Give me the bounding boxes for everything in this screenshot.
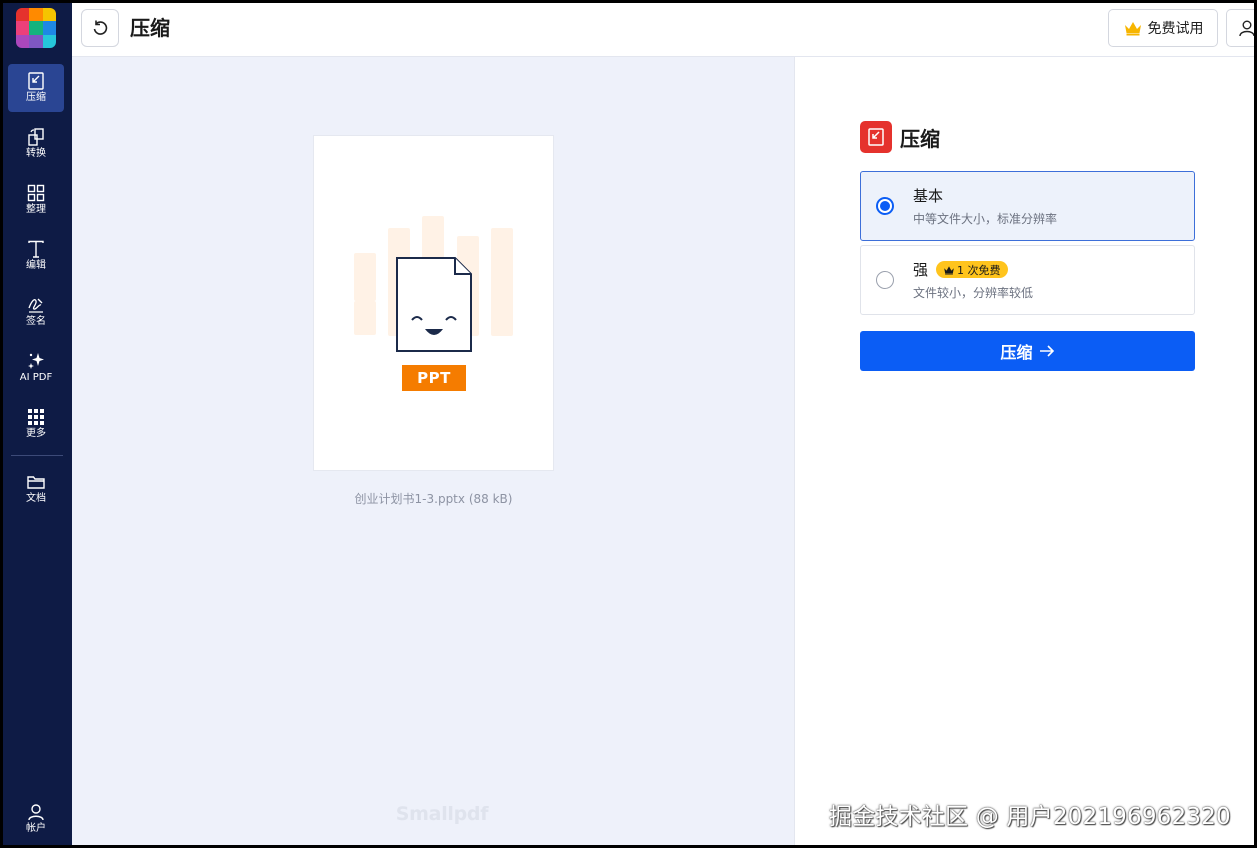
dots-grid-icon: [28, 409, 44, 425]
sidebar-item-label: 编辑: [26, 260, 46, 271]
signature-icon: [28, 298, 43, 313]
text-icon: [28, 240, 44, 258]
sidebar-item-account[interactable]: 帐户: [8, 795, 64, 843]
file-preview-area: PPT 创业计划书1-3.pptx (88 kB) Smallpdf: [72, 57, 794, 845]
brand-watermark: Smallpdf: [395, 803, 489, 825]
page-title: 压缩: [130, 16, 170, 40]
sidebar-item-more[interactable]: 更多: [8, 400, 64, 448]
sidebar-item-label: 转换: [26, 148, 46, 159]
sidebar-item-label: 整理: [26, 204, 46, 215]
app-window: 压缩 转换 整理 编辑 签名 AI PDF 更多 文档 帐户 压缩 免费试用 P…: [3, 3, 1254, 845]
arrow-right-icon: [1039, 345, 1054, 357]
free-trial-label: 免费试用: [1147, 21, 1204, 37]
profile-button[interactable]: [1226, 9, 1254, 47]
panel-title: 压缩: [900, 126, 940, 151]
folder-icon: [27, 476, 45, 489]
option-description: 文件较小，分辨率较低: [913, 286, 1034, 300]
crown-icon: [1124, 22, 1141, 36]
option-title: 基本: [913, 187, 944, 205]
site-watermark: 掘金技术社区 @ 用户202196962320: [829, 804, 1231, 830]
sidebar-item-ai-pdf[interactable]: AI PDF: [8, 344, 64, 392]
sidebar-item-label: 文档: [26, 493, 46, 504]
radio-basic[interactable]: [876, 197, 894, 215]
top-bar: 压缩 免费试用: [72, 3, 1254, 57]
file-name: 创业计划书1-3.pptx (88 kB): [313, 490, 554, 507]
sidebar-item-label: 签名: [26, 316, 46, 327]
undo-icon: [93, 20, 108, 35]
sidebar-item-label: 更多: [26, 428, 46, 439]
sidebar-item-compress[interactable]: 压缩: [8, 64, 64, 112]
sidebar-item-convert[interactable]: 转换: [8, 120, 64, 168]
sidebar-item-edit[interactable]: 编辑: [8, 232, 64, 280]
user-icon: [28, 804, 44, 821]
file-name-text: 创业计划书1-3.pptx: [354, 492, 465, 506]
sidebar-item-organize[interactable]: 整理: [8, 176, 64, 224]
free-use-badge-label: 1 次免费: [957, 263, 1001, 277]
panel-header: 压缩: [860, 121, 940, 153]
option-strong[interactable]: 强 1 次免费 文件较小，分辨率较低: [860, 245, 1195, 315]
file-thumbnail[interactable]: PPT: [313, 135, 554, 471]
undo-button[interactable]: [81, 9, 119, 47]
sidebar-item-label: AI PDF: [19, 372, 53, 383]
file-size: (88 kB): [468, 492, 513, 506]
radio-strong[interactable]: [876, 271, 894, 289]
sidebar-divider: [11, 455, 63, 456]
compress-button[interactable]: 压缩: [860, 331, 1195, 371]
ppt-illustration: [354, 216, 513, 352]
app-logo[interactable]: [16, 8, 56, 48]
sidebar: 压缩 转换 整理 编辑 签名 AI PDF 更多 文档 帐户: [3, 3, 72, 845]
profile-icon: [1238, 20, 1254, 37]
compress-icon: [28, 72, 44, 90]
options-panel: 压缩 基本 中等文件大小，标准分辨率 强 1 次免费 文件较小，分辨率较低 压缩: [794, 57, 1254, 845]
compress-button-label: 压缩: [1000, 343, 1033, 362]
grid-icon: [27, 184, 45, 202]
file-type-badge: PPT: [402, 365, 466, 391]
option-basic[interactable]: 基本 中等文件大小，标准分辨率: [860, 171, 1195, 241]
free-trial-button[interactable]: 免费试用: [1108, 9, 1218, 47]
compress-tool-icon: [860, 121, 892, 153]
free-use-badge: 1 次免费: [936, 261, 1008, 278]
sidebar-item-sign[interactable]: 签名: [8, 288, 64, 336]
sidebar-item-label: 压缩: [26, 92, 46, 103]
sidebar-item-label: 帐户: [26, 823, 46, 834]
sidebar-item-documents[interactable]: 文档: [8, 465, 64, 513]
option-description: 中等文件大小，标准分辨率: [913, 212, 1058, 226]
option-title: 强: [913, 261, 929, 279]
crown-icon: [944, 265, 954, 274]
convert-icon: [28, 128, 44, 146]
sparkle-icon: [28, 353, 44, 369]
